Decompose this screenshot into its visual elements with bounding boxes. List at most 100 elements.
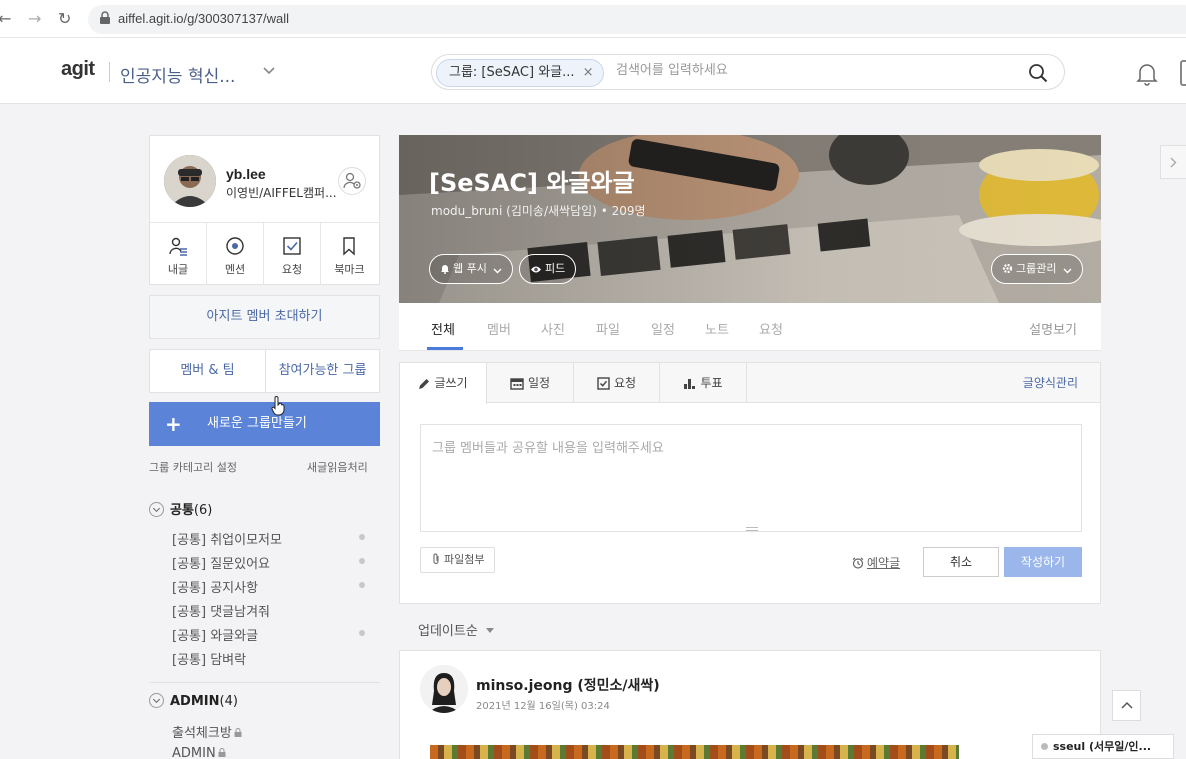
group-item-label: ADMIN xyxy=(172,746,216,759)
group-item[interactable]: [공통] 취업이모저모 xyxy=(172,529,282,548)
group-owner: modu_bruni (김미송/새싹담임) • 209명 xyxy=(431,202,646,219)
group-title: [SeSAC] 와글와글 xyxy=(429,169,635,197)
url-text: aiffel.agit.io/g/300307137/wall xyxy=(118,11,290,26)
search-input[interactable] xyxy=(616,63,1016,78)
group-item-label: 출석체크방 xyxy=(172,726,232,741)
group-owner-name[interactable]: modu_bruni (김미송/새싹담임) xyxy=(431,204,597,218)
tab-joinable-groups[interactable]: 참여가능한 그룹 xyxy=(266,350,379,392)
category-name: ADMIN xyxy=(170,694,220,709)
category-setting-link[interactable]: 그룹 카테고리 설정 xyxy=(149,459,237,475)
post-textarea[interactable]: 그룹 멤버들과 공유할 내용을 입력해주세요 xyxy=(420,424,1082,532)
group-manage-button[interactable]: 그룹관리 xyxy=(991,254,1083,284)
search-box[interactable]: 그룹: [SeSAC] 와글... × xyxy=(431,54,1065,90)
back-button[interactable]: ← xyxy=(0,9,11,28)
quick-request[interactable]: 요청 xyxy=(264,223,321,285)
group-item[interactable]: [공통] 담벼락 xyxy=(172,649,246,668)
menu-edge-icon[interactable] xyxy=(1180,60,1186,86)
profile-settings-button[interactable] xyxy=(338,167,366,195)
search-icon[interactable] xyxy=(1028,63,1048,83)
agit-logo[interactable]: agit xyxy=(61,58,95,81)
logo-separator xyxy=(109,62,110,82)
avatar[interactable] xyxy=(164,155,216,207)
tab-members-teams[interactable]: 멤버 & 팀 xyxy=(150,350,265,392)
tab-request-compose[interactable]: 요청 xyxy=(574,363,660,403)
invite-member-button[interactable]: 아지트 멤버 초대하기 xyxy=(149,295,380,339)
web-push-button[interactable]: 웹 푸시 xyxy=(429,254,514,284)
quick-mention[interactable]: 멘션 xyxy=(207,223,264,285)
group-item[interactable]: [공통] 댓글남겨줘 xyxy=(172,601,270,620)
chat-user-label: sseul (서무일/인... xyxy=(1053,740,1152,753)
tab-schedule-compose[interactable]: 일정 xyxy=(487,363,574,403)
collapse-toggle-icon[interactable] xyxy=(149,502,164,517)
lock-icon xyxy=(218,748,226,757)
gear-icon xyxy=(1002,263,1013,274)
right-panel-toggle[interactable] xyxy=(1160,145,1186,179)
bell-icon[interactable] xyxy=(1134,60,1160,86)
feed-button[interactable]: 피드 xyxy=(519,254,577,284)
cancel-button[interactable]: 취소 xyxy=(923,547,999,577)
tab-files[interactable]: 파일 xyxy=(596,319,620,338)
request-icon xyxy=(283,237,301,255)
tab-photos[interactable]: 사진 xyxy=(541,319,565,338)
group-item[interactable]: [공통] 와글와글 xyxy=(172,625,258,644)
tab-vote-compose[interactable]: 투표 xyxy=(660,363,747,403)
submit-post-button[interactable]: 작성하기 xyxy=(1004,547,1082,577)
avatar[interactable] xyxy=(420,665,468,713)
user-name[interactable]: yb.lee xyxy=(226,166,266,182)
chat-bar[interactable]: sseul (서무일/인... xyxy=(1032,734,1174,759)
tab-requests[interactable]: 요청 xyxy=(759,319,783,338)
tab-vote-label: 투표 xyxy=(700,376,723,390)
scroll-top-button[interactable] xyxy=(1112,690,1141,721)
post-image[interactable] xyxy=(430,745,959,759)
post-composer: 글쓰기 일정 요청 투표 글양식관리 그룹 멤버들과 공유할 내용을 입력해주세… xyxy=(399,362,1101,604)
post-card: minso.jeong (정민소/새싹) 2021년 12월 16일(목) 03… xyxy=(399,650,1101,759)
category-count: (4) xyxy=(219,694,238,709)
chevron-down-icon xyxy=(493,268,502,274)
forward-button[interactable]: → xyxy=(28,9,41,28)
tab-all[interactable]: 전체 xyxy=(431,319,455,338)
group-item[interactable]: ADMIN xyxy=(172,746,226,759)
new-group-button[interactable]: + 새로운 그룹만들기 xyxy=(149,402,380,446)
bell-icon xyxy=(441,265,449,274)
tab-notes[interactable]: 노트 xyxy=(705,319,729,338)
app-header: agit 인공지능 혁신... 그룹: [SeSAC] 와글... × xyxy=(0,38,1186,104)
search-scope-chip[interactable]: 그룹: [SeSAC] 와글... × xyxy=(436,59,604,87)
tab-request-label: 요청 xyxy=(613,376,637,390)
hand-cursor-icon xyxy=(271,396,285,416)
group-item[interactable]: [공통] 질문있어요 xyxy=(172,553,270,572)
category-header-admin[interactable]: ADMIN(4) xyxy=(149,693,238,709)
member-count[interactable]: • 209명 xyxy=(601,204,646,218)
quick-my-posts[interactable]: 내글 xyxy=(150,223,207,285)
attach-file-button[interactable]: 파일첨부 xyxy=(420,547,496,573)
collapse-toggle-icon[interactable] xyxy=(149,693,164,708)
workspace-name[interactable]: 인공지능 혁신... xyxy=(120,62,235,87)
eye-icon xyxy=(531,266,541,273)
tab-schedule-label: 일정 xyxy=(527,376,551,390)
description-link[interactable]: 설명보기 xyxy=(1029,319,1077,338)
sort-dropdown[interactable]: 업데이트순 xyxy=(418,620,494,639)
mark-read-link[interactable]: 새글읽음처리 xyxy=(307,459,368,475)
schedule-post-link[interactable]: 예약글 xyxy=(852,554,900,571)
quick-bookmark[interactable]: 북마크 xyxy=(321,223,378,285)
category-header-common[interactable]: 공통(6) xyxy=(149,499,212,518)
group-item[interactable]: 출석체크방 xyxy=(172,722,242,741)
web-push-label: 웹 푸시 xyxy=(453,262,487,275)
checkbox-icon xyxy=(597,377,610,390)
user-gear-icon xyxy=(343,172,361,189)
chevron-down-icon xyxy=(1063,268,1072,274)
chip-close-icon[interactable]: × xyxy=(583,60,594,86)
group-item[interactable]: [공통] 공지사항 xyxy=(172,577,258,596)
group-cover: [SeSAC] 와글와글 modu_bruni (김미송/새싹담임) • 209… xyxy=(399,135,1101,303)
tab-schedule[interactable]: 일정 xyxy=(651,319,675,338)
tab-members[interactable]: 멤버 xyxy=(487,319,511,338)
resize-handle-icon[interactable] xyxy=(746,527,758,531)
plus-icon: + xyxy=(165,412,182,436)
post-author[interactable]: minso.jeong (정민소/새싹) xyxy=(476,675,660,695)
tab-write[interactable]: 글쓰기 xyxy=(400,363,487,404)
sidebar-divider xyxy=(149,682,380,683)
unread-dot xyxy=(359,630,365,636)
form-manage-link[interactable]: 글양식관리 xyxy=(1023,363,1078,403)
chevron-down-icon[interactable] xyxy=(262,66,276,76)
reload-button[interactable]: ↻ xyxy=(58,9,71,28)
feed-label: 피드 xyxy=(545,262,566,275)
